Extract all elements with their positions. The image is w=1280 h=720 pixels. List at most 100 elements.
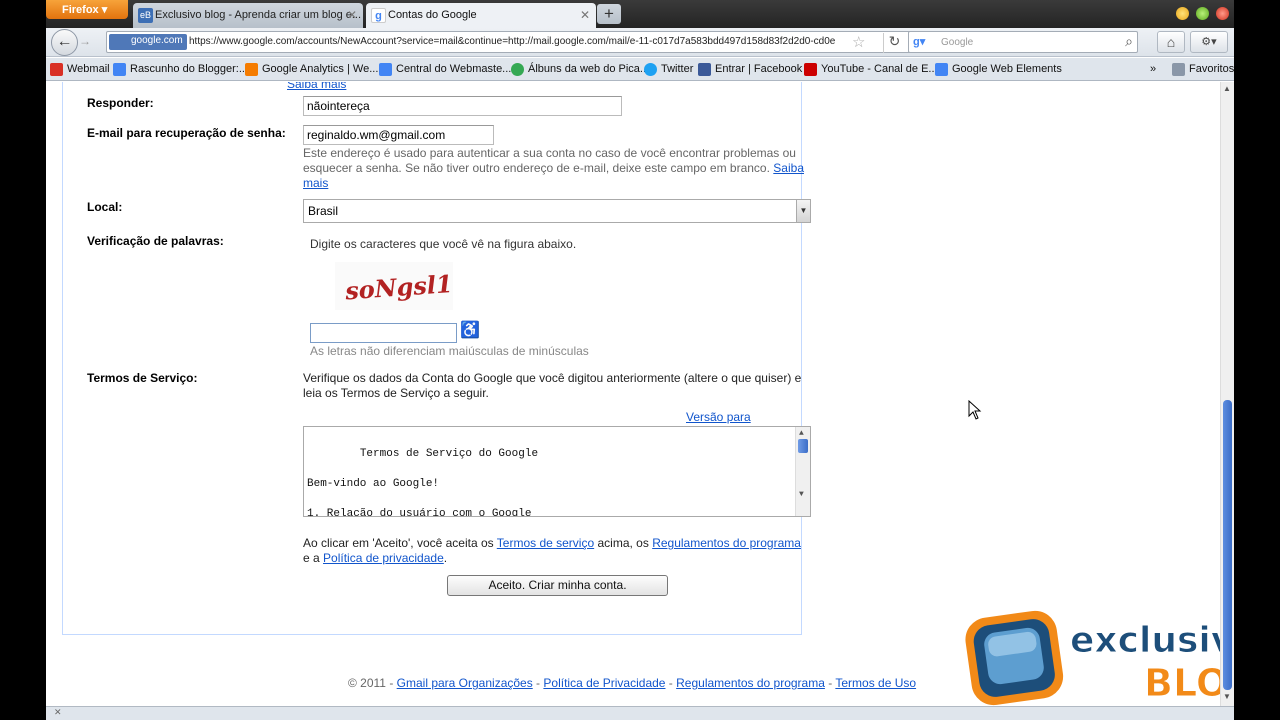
terms-label: Termos de Serviço: bbox=[87, 371, 198, 385]
tab-label: Exclusivo blog - Aprenda criar um blog e… bbox=[155, 9, 362, 21]
close-addon-bar-icon[interactable]: ✕ bbox=[54, 707, 62, 718]
search-icon[interactable]: ⌕ bbox=[1125, 33, 1133, 50]
bookmark-webmail[interactable]: Webmail bbox=[50, 63, 110, 76]
footer-link-privacy[interactable]: Política de Privacidade bbox=[543, 676, 665, 690]
new-tab-button[interactable]: + bbox=[597, 4, 621, 24]
tab-exclusivo-blog[interactable]: eB Exclusivo blog - Aprenda criar um blo… bbox=[133, 3, 363, 28]
saiba-mais-link[interactable]: Saiba mais bbox=[287, 82, 346, 91]
saiba-mais-link-continued[interactable]: mais bbox=[303, 176, 328, 190]
tab-contas-do-google[interactable]: g Contas do Google ✕ bbox=[366, 3, 596, 28]
favorites-menu[interactable]: Favoritos bbox=[1172, 63, 1234, 76]
address-bar[interactable]: google.com https://www.google.com/accoun… bbox=[106, 31, 913, 53]
mouse-cursor-icon bbox=[968, 400, 982, 420]
captcha-image: soNgsl12 bbox=[335, 262, 470, 310]
scroll-down-icon[interactable]: ▼ bbox=[1223, 692, 1231, 701]
favorites-label: Favoritos bbox=[1189, 63, 1234, 75]
home-button[interactable]: ⌂ bbox=[1157, 31, 1185, 53]
reload-icon[interactable]: ↻ bbox=[883, 33, 905, 53]
tab-strip: Firefox ▾ eB Exclusivo blog - Aprenda cr… bbox=[46, 0, 1234, 28]
close-tab-icon[interactable]: ✕ bbox=[580, 8, 590, 22]
terms-text: Termos de Serviço do Google Bem-vindo ao… bbox=[307, 448, 539, 517]
site-identity-label: google.com bbox=[131, 35, 183, 46]
recovery-email-label: E-mail para recuperação de senha: bbox=[87, 126, 286, 140]
responder-label: Responder: bbox=[87, 96, 154, 110]
footer-link-program-policies[interactable]: Regulamentos do programa bbox=[676, 676, 825, 690]
tab-label: Contas do Google bbox=[388, 9, 477, 21]
site-identity-button[interactable]: google.com bbox=[109, 34, 187, 50]
footer-separator: - bbox=[532, 676, 544, 690]
agree-text-part3: e a bbox=[303, 551, 324, 565]
agreement-text: Ao clicar em 'Aceito', você aceita os Te… bbox=[303, 536, 813, 566]
back-button[interactable]: ← bbox=[51, 29, 78, 56]
accept-create-account-button[interactable]: Aceito. Criar minha conta. bbox=[447, 575, 668, 596]
footer-link-terms[interactable]: Termos de Uso bbox=[835, 676, 916, 690]
bookmark-facebook[interactable]: Entrar | Facebook bbox=[698, 63, 802, 76]
search-box[interactable]: g▾ Google ⌕ bbox=[908, 31, 1138, 53]
terms-scroll-thumb[interactable] bbox=[798, 439, 808, 453]
word-verification-label: Verificação de palavras: bbox=[87, 234, 224, 248]
gmail-icon bbox=[50, 63, 63, 76]
privacy-policy-link[interactable]: Política de privacidade bbox=[323, 551, 444, 565]
footer-separator: - bbox=[665, 676, 677, 690]
bookmark-picasa[interactable]: Álbuns da web do Pica... bbox=[511, 63, 650, 76]
scroll-up-icon[interactable]: ▲ bbox=[1223, 84, 1231, 93]
bookmark-label: Álbuns da web do Pica... bbox=[528, 63, 650, 75]
page-content: Saiba mais Responder: nãointereça E-mail… bbox=[46, 82, 1220, 706]
recovery-email-input[interactable]: reginaldo.wm@gmail.com bbox=[303, 125, 494, 145]
bookmark-label: Twitter bbox=[661, 63, 694, 75]
forward-button[interactable]: → bbox=[79, 34, 91, 48]
recovery-hint-line2: esquecer a senha. Se não tiver outro end… bbox=[303, 161, 770, 175]
agree-text-part4: . bbox=[443, 551, 448, 565]
logo-text-blog: BLOG bbox=[1144, 661, 1220, 705]
bookmark-label: YouTube - Canal de E... bbox=[821, 63, 938, 75]
page-scrollbar[interactable]: ▲ ▼ bbox=[1220, 82, 1234, 706]
bookmark-youtube[interactable]: YouTube - Canal de E... bbox=[804, 63, 938, 76]
terms-intro-line2: leia os Termos de Serviço a seguir. bbox=[303, 386, 489, 400]
firefox-menu-button[interactable]: Firefox ▾ bbox=[46, 0, 128, 19]
page-footer: © 2011 - Gmail para Organizações - Polít… bbox=[348, 676, 916, 690]
bookmarks-overflow-chevron-icon[interactable]: » bbox=[1150, 63, 1156, 75]
chevron-down-icon[interactable]: ▼ bbox=[796, 200, 810, 222]
bookmark-label: Google Analytics | We... bbox=[262, 63, 379, 75]
footer-link-gmail-orgs[interactable]: Gmail para Organizações bbox=[397, 676, 533, 690]
minimize-button[interactable] bbox=[1176, 7, 1189, 20]
accessibility-icon[interactable]: ♿ bbox=[460, 320, 480, 339]
bookmark-star-icon[interactable]: ☆ bbox=[852, 33, 865, 51]
firefox-menu-label: Firefox bbox=[62, 4, 99, 16]
google-icon bbox=[113, 63, 126, 76]
captcha-text: soNgsl12 bbox=[343, 268, 453, 306]
terms-scrollbar[interactable]: ▲ ▼ bbox=[795, 427, 810, 516]
bookmark-webmaster-central[interactable]: Central do Webmaste... bbox=[379, 63, 511, 76]
search-engine-icon[interactable]: g▾ bbox=[913, 35, 925, 48]
program-policies-link[interactable]: Regulamentos do programa bbox=[652, 536, 801, 550]
agree-text-part1: Ao clicar em 'Aceito', você aceita os bbox=[303, 536, 497, 550]
maximize-button[interactable] bbox=[1196, 7, 1209, 20]
saiba-mais-link[interactable]: Saiba bbox=[773, 161, 804, 175]
captcha-input[interactable] bbox=[310, 323, 457, 343]
responder-input[interactable]: nãointereça bbox=[303, 96, 622, 116]
bookmark-label: Google Web Elements bbox=[952, 63, 1062, 75]
google-favicon-icon: g bbox=[371, 8, 386, 23]
bookmark-google-analytics[interactable]: Google Analytics | We... bbox=[245, 63, 379, 76]
close-window-button[interactable] bbox=[1216, 7, 1229, 20]
page-scroll-thumb[interactable] bbox=[1223, 400, 1232, 690]
recovery-hint-line1: Este endereço é usado para autenticar a … bbox=[303, 146, 796, 160]
scroll-down-icon[interactable]: ▼ bbox=[799, 487, 804, 502]
captcha-graphic: soNgsl12 bbox=[343, 268, 470, 306]
bookmark-blogger-draft[interactable]: Rascunho do Blogger:... bbox=[113, 63, 248, 76]
google-icon bbox=[935, 63, 948, 76]
terms-intro-line1: Verifique os dados da Conta do Google qu… bbox=[303, 371, 802, 385]
logo-text-exclusivo: exclusivo bbox=[1070, 620, 1220, 661]
bookmark-google-web-elements[interactable]: Google Web Elements bbox=[935, 63, 1062, 76]
close-tab-icon[interactable]: ✕ bbox=[347, 8, 357, 22]
addon-button[interactable]: ⚙▾ bbox=[1190, 31, 1228, 53]
terms-of-service-link[interactable]: Termos de serviço bbox=[497, 536, 594, 550]
terms-textarea[interactable]: Termos de Serviço do Google Bem-vindo ao… bbox=[303, 426, 811, 517]
google-icon bbox=[379, 63, 392, 76]
country-select[interactable]: Brasil ▼ bbox=[303, 199, 811, 223]
bookmark-label: Webmail bbox=[67, 63, 110, 75]
bookmark-twitter[interactable]: Twitter bbox=[644, 63, 694, 76]
url-text: https://www.google.com/accounts/NewAccou… bbox=[189, 36, 836, 47]
youtube-icon bbox=[804, 63, 817, 76]
favorites-icon bbox=[1172, 63, 1185, 76]
